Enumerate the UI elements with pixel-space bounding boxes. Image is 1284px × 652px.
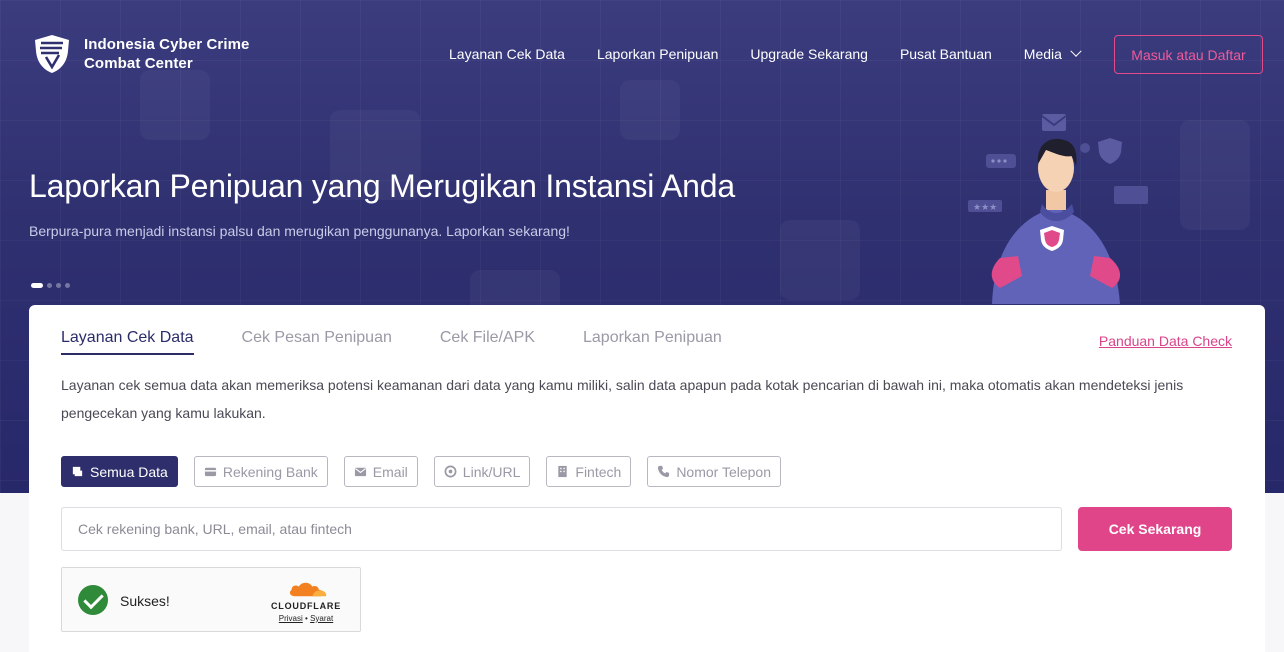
tab-cek-file-apk[interactable]: Cek File/APK bbox=[440, 329, 535, 355]
service-description: Layanan cek semua data akan memeriksa po… bbox=[61, 377, 1184, 421]
data-type-filters: Semua Data Rekening Bank Email Link/URL … bbox=[61, 456, 781, 487]
terms-link[interactable]: Syarat bbox=[310, 614, 333, 623]
cloudflare-wordmark: CLOUDFLARE bbox=[271, 601, 341, 611]
brand-name: Indonesia Cyber Crime Combat Center bbox=[84, 35, 249, 73]
shield-logo-icon bbox=[35, 35, 69, 73]
carousel-dots bbox=[31, 283, 70, 288]
email-icon bbox=[354, 467, 366, 477]
chevron-down-icon bbox=[1070, 45, 1082, 57]
filter-link-url[interactable]: Link/URL bbox=[433, 456, 531, 487]
guide-link[interactable]: Panduan Data Check bbox=[1099, 333, 1232, 349]
brand-name-line2: Combat Center bbox=[84, 55, 193, 72]
check-now-button[interactable]: Cek Sekarang bbox=[1078, 507, 1232, 551]
search-input[interactable] bbox=[61, 507, 1062, 551]
filter-semua-data[interactable]: Semua Data bbox=[61, 456, 178, 487]
tab-cek-pesan-penipuan[interactable]: Cek Pesan Penipuan bbox=[242, 329, 392, 355]
cyber-hero-illustration: ★★★ bbox=[968, 114, 1148, 304]
brand-logo[interactable]: Indonesia Cyber Crime Combat Center bbox=[32, 33, 249, 75]
all-data-icon bbox=[72, 466, 83, 477]
link-separator: • bbox=[305, 614, 308, 623]
filter-rekening-bank[interactable]: Rekening Bank bbox=[193, 456, 328, 487]
filter-label: Email bbox=[372, 463, 408, 480]
filter-label: Semua Data bbox=[90, 463, 168, 480]
link-icon bbox=[444, 465, 457, 478]
filter-email[interactable]: Email bbox=[343, 456, 418, 487]
nav-item-media[interactable]: Media bbox=[1023, 45, 1082, 62]
captcha-status: Sukses! bbox=[120, 593, 170, 609]
check-data-card: Layanan Cek Data Cek Pesan Penipuan Cek … bbox=[29, 305, 1265, 652]
cloudflare-turnstile: Sukses! CLOUDFLARE Privasi • Syarat bbox=[61, 567, 361, 632]
cloudflare-branding: CLOUDFLARE Privasi • Syarat bbox=[268, 580, 344, 623]
nav-item-media-label: Media bbox=[1023, 46, 1062, 62]
hero-subtitle: Berpura-pura menjadi instansi palsu dan … bbox=[29, 223, 570, 239]
filter-label: Rekening Bank bbox=[222, 463, 318, 480]
nav-item-pusat-bantuan[interactable]: Pusat Bantuan bbox=[900, 46, 992, 62]
filter-label: Link/URL bbox=[462, 463, 521, 480]
cloudflare-cloud-icon bbox=[289, 582, 327, 597]
main-nav: Layanan Cek Data Laporkan Penipuan Upgra… bbox=[449, 45, 1082, 62]
login-register-button[interactable]: Masuk atau Daftar bbox=[1114, 35, 1263, 74]
nav-item-laporkan-penipuan[interactable]: Laporkan Penipuan bbox=[597, 46, 718, 62]
nav-item-upgrade-sekarang[interactable]: Upgrade Sekarang bbox=[750, 46, 868, 62]
decor-square bbox=[780, 220, 860, 300]
svg-text:★★★: ★★★ bbox=[973, 203, 997, 213]
nav-item-layanan-cek-data[interactable]: Layanan Cek Data bbox=[449, 46, 565, 62]
tab-layanan-cek-data[interactable]: Layanan Cek Data bbox=[61, 329, 194, 355]
decor-square bbox=[620, 80, 680, 140]
brand-name-line1: Indonesia Cyber Crime bbox=[84, 36, 250, 53]
filter-nomor-telepon[interactable]: Nomor Telepon bbox=[647, 456, 781, 487]
carousel-dot[interactable] bbox=[56, 283, 61, 288]
filter-label: Nomor Telepon bbox=[676, 463, 771, 480]
filter-fintech[interactable]: Fintech bbox=[546, 456, 632, 487]
decor-square bbox=[140, 70, 210, 140]
bank-card-icon bbox=[204, 467, 216, 477]
privacy-link[interactable]: Privasi bbox=[279, 614, 303, 623]
carousel-dot[interactable] bbox=[47, 283, 52, 288]
building-icon bbox=[558, 465, 568, 478]
carousel-dot[interactable] bbox=[65, 283, 70, 288]
hero-title: Laporkan Penipuan yang Merugikan Instans… bbox=[29, 168, 735, 204]
success-check-icon bbox=[78, 585, 108, 615]
phone-icon bbox=[658, 465, 670, 478]
cloudflare-links: Privasi • Syarat bbox=[268, 614, 344, 623]
carousel-dot-active[interactable] bbox=[31, 283, 43, 288]
decor-square bbox=[1180, 120, 1250, 230]
service-tabs: Layanan Cek Data Cek Pesan Penipuan Cek … bbox=[61, 329, 770, 355]
tab-laporkan-penipuan[interactable]: Laporkan Penipuan bbox=[583, 329, 722, 355]
filter-label: Fintech bbox=[575, 463, 622, 480]
